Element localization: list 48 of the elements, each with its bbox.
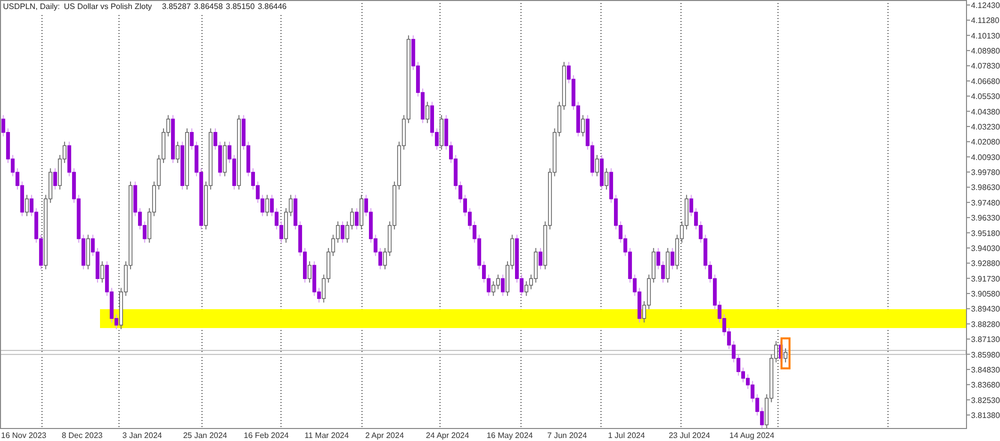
price-label: 3.94030 [971, 244, 1000, 253]
price-value: 3.85150 [226, 1, 255, 13]
price-label: 4.06680 [971, 76, 1000, 86]
date-label: 16 May 2024 [486, 431, 533, 440]
price-label: 3.87130 [971, 335, 1000, 344]
symbol-label: USDPLN, Daily: [3, 1, 60, 13]
price-label: 3.98630 [971, 183, 1000, 192]
date-label: 8 Dec 2023 [62, 431, 103, 440]
date-label: 23 Jul 2024 [668, 431, 710, 440]
price-label: 4.12430 [971, 1, 1000, 10]
date-label: 11 Mar 2024 [304, 431, 349, 440]
price-label: 3.91730 [971, 274, 1000, 284]
date-label: 16 Nov 2023 [1, 431, 46, 440]
price-value: 3.86446 [258, 1, 287, 13]
price-label: 3.84830 [971, 365, 1000, 374]
price-label: 4.05530 [971, 92, 1000, 102]
price-label: 3.82530 [971, 396, 1000, 405]
price-value: 3.85287 [162, 1, 191, 13]
symbol-description: US Dollar vs Polish Zloty [64, 1, 152, 13]
price-label: 3.92880 [971, 259, 1000, 268]
highlight-box [780, 337, 791, 370]
date-label: 14 Aug 2024 [729, 431, 774, 440]
price-label: 4.11280 [971, 16, 1000, 26]
price-label: 3.88280 [971, 320, 1000, 329]
price-label: 4.10130 [971, 31, 1000, 40]
price-label: 4.02080 [971, 138, 1000, 147]
date-label: 16 Feb 2024 [244, 431, 289, 440]
price-label: 4.07830 [971, 62, 1000, 71]
price-label: 3.83680 [971, 380, 1000, 390]
date-label: 25 Jan 2024 [183, 431, 228, 440]
price-label: 3.97480 [971, 198, 1000, 208]
date-label: 24 Apr 2024 [426, 431, 470, 440]
price-label: 4.08980 [971, 46, 1000, 56]
date-label: 2 Apr 2024 [365, 431, 404, 440]
price-label: 3.85980 [971, 350, 1000, 360]
price-label: 4.04380 [971, 107, 1000, 116]
price-value: 3.86458 [194, 1, 223, 13]
price-label: 3.89430 [971, 304, 1000, 314]
date-label: 7 Jun 2024 [547, 431, 587, 440]
price-label: 4.03230 [971, 122, 1000, 132]
price-label: 3.96330 [971, 214, 1000, 223]
price-label: 3.95180 [971, 228, 1000, 238]
price-label: 3.81380 [971, 411, 1000, 420]
date-label: 1 Jul 2024 [608, 431, 645, 440]
price-label: 3.99780 [971, 168, 1000, 178]
date-label: 3 Jan 2024 [122, 431, 162, 440]
price-label: 3.90580 [971, 290, 1000, 299]
price-label: 4.00930 [971, 152, 1000, 162]
